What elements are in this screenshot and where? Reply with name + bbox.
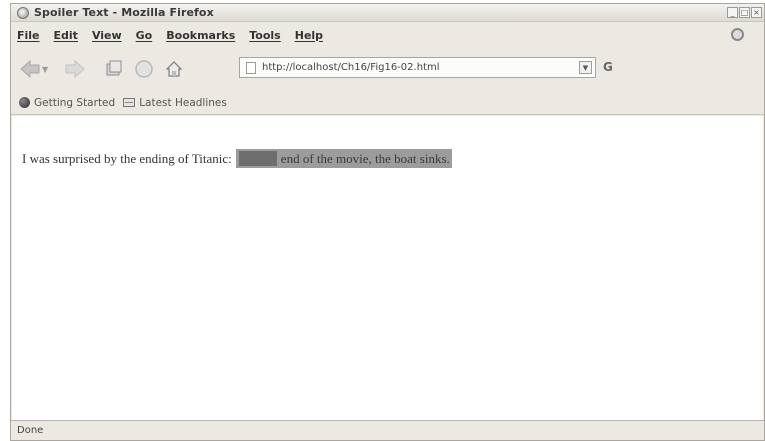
- url-dropdown-icon[interactable]: ▼: [579, 61, 592, 74]
- back-icon: [19, 59, 41, 79]
- bookmarks-toolbar: Getting Started Latest Headlines: [11, 91, 764, 115]
- spoiler-visible-text: end of the movie, the boat sinks.: [280, 151, 450, 166]
- home-icon: [164, 59, 184, 79]
- spoiler-paragraph: I was surprised by the ending of Titanic…: [22, 149, 452, 168]
- menu-edit[interactable]: Edit: [54, 29, 78, 42]
- url-input[interactable]: [262, 62, 552, 73]
- reload-button[interactable]: [104, 56, 124, 82]
- status-text: Done: [17, 425, 44, 436]
- bookmark-label: Getting Started: [34, 96, 116, 109]
- forward-icon: [64, 59, 86, 79]
- stop-icon: [134, 59, 154, 79]
- window-title: Spoiler Text - Mozilla Firefox: [34, 6, 214, 19]
- throbber-icon: [731, 28, 744, 41]
- spoiler-hidden-block: [238, 151, 277, 166]
- page-content: I was surprised by the ending of Titanic…: [12, 116, 763, 420]
- minimize-button[interactable]: _: [727, 7, 738, 18]
- sentence-text: I was surprised by the ending of Titanic…: [22, 151, 232, 166]
- bookmark-getting-started[interactable]: Getting Started: [19, 97, 115, 109]
- forward-button[interactable]: [64, 56, 86, 82]
- back-dropdown-icon[interactable]: ▼: [42, 65, 48, 74]
- back-button[interactable]: ▼: [19, 56, 48, 82]
- navigation-toolbar: ▼ ▼ G: [11, 48, 764, 90]
- reload-icon: [104, 59, 124, 79]
- maximize-button[interactable]: □: [739, 7, 750, 18]
- stop-button[interactable]: [134, 56, 154, 82]
- status-bar: Done: [11, 420, 764, 440]
- menu-bookmarks[interactable]: Bookmarks: [166, 29, 235, 42]
- home-button[interactable]: [164, 56, 184, 82]
- getting-started-icon: [19, 97, 30, 108]
- window-controls: _ □ ×: [727, 7, 762, 18]
- bookmark-label: Latest Headlines: [139, 96, 227, 109]
- menu-bar: File Edit View Go Bookmarks Tools Help: [11, 23, 764, 47]
- bookmark-latest-headlines[interactable]: Latest Headlines: [123, 97, 227, 109]
- menu-go[interactable]: Go: [136, 29, 153, 42]
- close-button[interactable]: ×: [751, 7, 762, 18]
- menu-tools[interactable]: Tools: [249, 29, 280, 42]
- page-icon: [246, 61, 256, 74]
- menu-file[interactable]: File: [17, 29, 40, 42]
- spoiler-text[interactable]: end of the movie, the boat sinks.: [235, 149, 452, 168]
- browser-window: Spoiler Text - Mozilla Firefox _ □ × Fil…: [10, 3, 765, 441]
- menu-help[interactable]: Help: [295, 29, 323, 42]
- rss-feed-icon: [123, 98, 136, 107]
- title-bar[interactable]: Spoiler Text - Mozilla Firefox _ □ ×: [11, 4, 764, 22]
- go-icon[interactable]: G: [603, 60, 613, 74]
- firefox-app-icon: [17, 6, 29, 19]
- menu-view[interactable]: View: [92, 29, 122, 42]
- address-bar[interactable]: ▼: [239, 57, 596, 78]
